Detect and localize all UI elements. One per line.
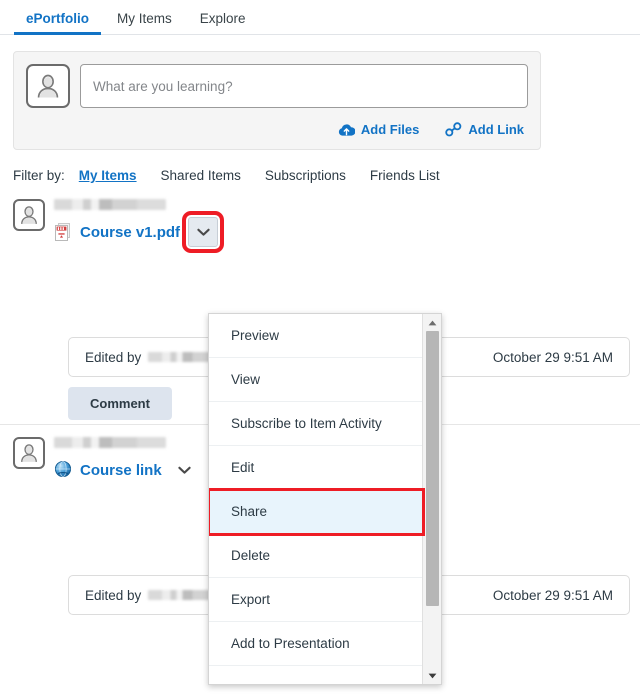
scroll-up-arrow-icon[interactable] xyxy=(423,314,441,331)
chevron-down-icon xyxy=(178,466,191,474)
user-avatar-icon xyxy=(26,64,70,108)
menu-item-share[interactable]: Share xyxy=(209,488,425,536)
tab-explore-label: Explore xyxy=(199,10,246,26)
item-header-text: Course v1.pdf xyxy=(54,197,640,253)
menu-item-export[interactable]: Export xyxy=(209,578,423,622)
menu-scrollbar[interactable] xyxy=(422,314,441,684)
add-link-label: Add Link xyxy=(468,122,524,137)
menu-item-subscribe-to-item-activity[interactable]: Subscribe to Item Activity xyxy=(209,402,423,446)
comment-button[interactable]: Comment xyxy=(68,387,172,420)
top-navigation-bar: ePortfolio My Items Explore xyxy=(0,0,640,35)
filter-by-label: Filter by: xyxy=(13,168,65,183)
composer-text-input[interactable] xyxy=(80,64,528,108)
edited-by-label: Edited by xyxy=(85,349,142,365)
author-name-redacted xyxy=(54,199,166,210)
edited-date: October 29 9:51 AM xyxy=(492,349,613,365)
menu-item-preview[interactable]: Preview xyxy=(209,314,423,358)
filter-row: Filter by: My Items Shared Items Subscri… xyxy=(13,168,640,183)
add-files-button[interactable]: Add Files xyxy=(338,122,420,137)
edited-by-label: Edited by xyxy=(85,587,142,603)
filter-item-friends-list[interactable]: Friends List xyxy=(370,168,440,183)
menu-item-edit[interactable]: Edit xyxy=(209,446,423,490)
item-title-link[interactable]: Course link xyxy=(80,462,162,479)
filter-item-shared-items[interactable]: Shared Items xyxy=(161,168,241,183)
cloud-upload-icon xyxy=(338,123,355,137)
pdf-file-icon xyxy=(54,222,72,242)
item-title-link[interactable]: Course v1.pdf xyxy=(80,224,180,241)
tab-eportfolio[interactable]: ePortfolio xyxy=(12,10,103,35)
scroll-down-arrow-icon[interactable] xyxy=(423,667,441,684)
menu-scrollbar-thumb[interactable] xyxy=(426,331,439,606)
chevron-down-icon xyxy=(196,228,210,236)
chain-link-icon xyxy=(445,122,462,137)
item-actions-dropdown-button[interactable] xyxy=(170,455,200,485)
filter-item-subscriptions[interactable]: Subscriptions xyxy=(265,168,346,183)
filter-item-my-items[interactable]: My Items xyxy=(79,168,137,183)
edited-date: October 29 9:51 AM xyxy=(492,587,613,603)
composer-input-row xyxy=(26,64,528,108)
item-title-row: Course v1.pdf xyxy=(54,211,640,253)
tab-eportfolio-label: ePortfolio xyxy=(26,10,89,26)
item-actions-menu: Preview View Subscribe to Item Activity … xyxy=(208,313,442,685)
item-header: Course v1.pdf xyxy=(13,197,640,253)
add-files-label: Add Files xyxy=(360,122,420,137)
add-link-button[interactable]: Add Link xyxy=(445,122,524,137)
item-actions-dropdown-button[interactable] xyxy=(182,211,225,253)
tab-explore[interactable]: Explore xyxy=(186,10,260,35)
tab-my-items[interactable]: My Items xyxy=(103,10,186,35)
user-avatar-icon xyxy=(13,199,45,231)
composer-action-row: Add Files Add Link xyxy=(26,122,528,137)
globe-link-icon xyxy=(54,460,72,480)
item-actions-menu-list: Preview View Subscribe to Item Activity … xyxy=(209,314,425,684)
author-name-redacted xyxy=(54,437,166,448)
composer-card: Add Files Add Link xyxy=(13,51,541,150)
tab-my-items-label: My Items xyxy=(117,10,172,26)
menu-item-view[interactable]: View xyxy=(209,358,423,402)
menu-item-delete[interactable]: Delete xyxy=(209,534,423,578)
user-avatar-icon xyxy=(13,437,45,469)
menu-item-add-to-presentation[interactable]: Add to Presentation xyxy=(209,622,423,666)
